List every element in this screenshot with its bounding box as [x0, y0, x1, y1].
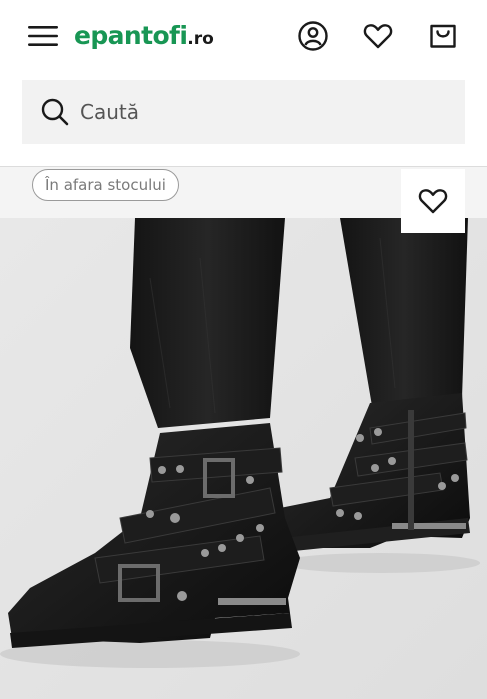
- account-icon[interactable]: [297, 20, 329, 52]
- heart-icon[interactable]: [362, 20, 394, 52]
- menu-icon[interactable]: [28, 26, 58, 46]
- top-header: epantofi.ro: [0, 0, 487, 72]
- add-to-wishlist-button[interactable]: [401, 169, 465, 233]
- logo-text: epantofi: [74, 21, 188, 50]
- heart-icon: [418, 189, 448, 214]
- search-bar[interactable]: [22, 80, 465, 144]
- logo-tld: .ro: [187, 29, 214, 49]
- search-input[interactable]: [80, 80, 450, 144]
- logo[interactable]: epantofi.ro: [74, 18, 214, 54]
- search-icon: [41, 98, 69, 126]
- out-of-stock-badge: În afara stocului: [32, 169, 179, 201]
- cart-icon[interactable]: [427, 20, 459, 52]
- product-image[interactable]: [0, 218, 487, 699]
